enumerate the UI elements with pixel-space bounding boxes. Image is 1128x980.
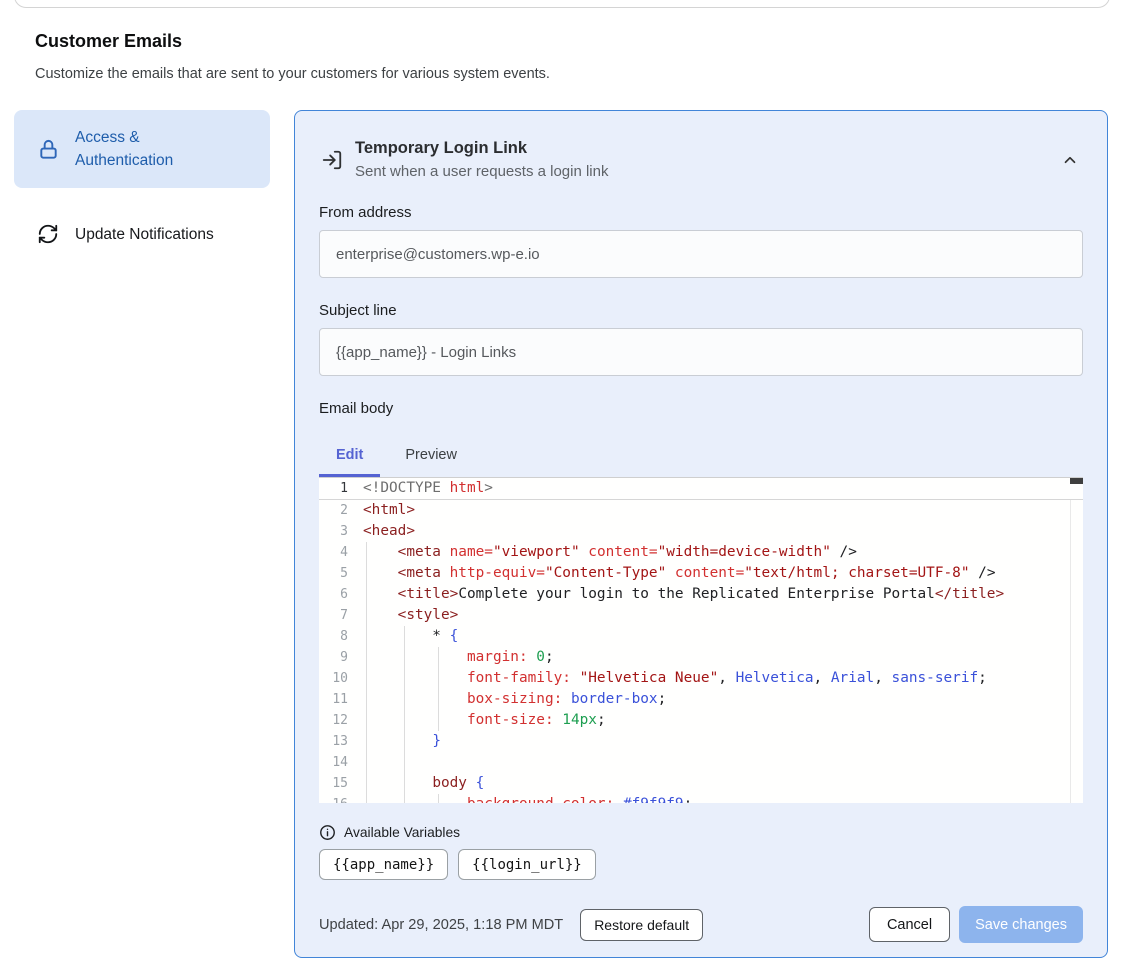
- updated-timestamp: Updated: Apr 29, 2025, 1:18 PM MDT: [319, 917, 563, 933]
- code-line[interactable]: 13 }: [319, 731, 1083, 752]
- email-body-tabs: Edit Preview: [319, 437, 1083, 477]
- line-number: 5: [319, 563, 363, 584]
- code-line[interactable]: 10 font-family: "Helvetica Neue", Helvet…: [319, 668, 1083, 689]
- customer-emails-page: Customer Emails Customize the emails tha…: [0, 0, 1128, 980]
- tab-edit[interactable]: Edit: [319, 437, 380, 477]
- line-number: 15: [319, 773, 363, 794]
- lock-icon: [36, 137, 60, 161]
- code-line[interactable]: 9 margin: 0;: [319, 647, 1083, 668]
- code-editor[interactable]: 1<!DOCTYPE html>2<html>3<head>4 <meta na…: [319, 477, 1083, 803]
- cancel-button[interactable]: Cancel: [869, 907, 950, 942]
- variable-chip-login-url[interactable]: {{login_url}}: [458, 849, 596, 880]
- variable-chip-app-name[interactable]: {{app_name}}: [319, 849, 448, 880]
- editor-scrollbar-track[interactable]: [1070, 500, 1083, 803]
- from-address-label: From address: [319, 204, 1083, 221]
- line-number: 6: [319, 584, 363, 605]
- available-variables-label: Available Variables: [344, 825, 460, 840]
- refresh-icon: [36, 222, 60, 246]
- restore-default-button[interactable]: Restore default: [580, 909, 703, 941]
- line-number: 12: [319, 710, 363, 731]
- line-number: 3: [319, 521, 363, 542]
- code-line[interactable]: 12 font-size: 14px;: [319, 710, 1083, 731]
- editor-scrollbar-thumb[interactable]: [1070, 478, 1083, 484]
- code-line[interactable]: 8 * {: [319, 626, 1083, 647]
- tab-preview[interactable]: Preview: [388, 437, 474, 477]
- indent-guide: [438, 647, 439, 731]
- from-address-input[interactable]: [319, 230, 1083, 278]
- code-line[interactable]: 4 <meta name="viewport" content="width=d…: [319, 542, 1083, 563]
- sidebar-item-access-authentication[interactable]: Access & Authentication: [14, 110, 270, 188]
- code-line[interactable]: 16 background-color: #f9f9f9;: [319, 794, 1083, 803]
- collapse-button[interactable]: [1057, 147, 1083, 173]
- line-number: 1: [319, 478, 363, 499]
- code-line[interactable]: 15 body {: [319, 773, 1083, 794]
- line-number: 10: [319, 668, 363, 689]
- log-in-icon: [321, 149, 343, 171]
- subject-line-input[interactable]: [319, 328, 1083, 376]
- code-line[interactable]: 14: [319, 752, 1083, 773]
- code-line[interactable]: 5 <meta http-equiv="Content-Type" conten…: [319, 563, 1083, 584]
- indent-guide: [404, 626, 405, 803]
- line-number: 14: [319, 752, 363, 773]
- sidebar-item-update-notifications[interactable]: Update Notifications: [14, 212, 270, 256]
- line-number: 7: [319, 605, 363, 626]
- variable-chips: {{app_name}} {{login_url}}: [319, 849, 1083, 880]
- available-variables-row: Available Variables: [319, 824, 1083, 841]
- indent-guide: [366, 542, 367, 803]
- code-line[interactable]: 11 box-sizing: border-box;: [319, 689, 1083, 710]
- email-body-label: Email body: [319, 400, 1083, 417]
- line-number: 13: [319, 731, 363, 752]
- code-line[interactable]: 7 <style>: [319, 605, 1083, 626]
- line-number: 11: [319, 689, 363, 710]
- line-number: 2: [319, 500, 363, 521]
- card-footer: Updated: Apr 29, 2025, 1:18 PM MDT Resto…: [319, 906, 1083, 943]
- sidebar-item-label: Update Notifications: [75, 223, 235, 246]
- line-number: 8: [319, 626, 363, 647]
- previous-card-bottom-edge: [14, 0, 1110, 8]
- card-subtitle: Sent when a user requests a login link: [355, 163, 1057, 180]
- card-title: Temporary Login Link: [355, 137, 1057, 158]
- line-number: 4: [319, 542, 363, 563]
- info-icon: [319, 824, 336, 841]
- subject-line-label: Subject line: [319, 302, 1083, 319]
- code-line[interactable]: 3<head>: [319, 521, 1083, 542]
- chevron-up-icon: [1061, 151, 1079, 169]
- save-changes-button[interactable]: Save changes: [959, 906, 1083, 943]
- temporary-login-link-card: Temporary Login Link Sent when a user re…: [294, 110, 1108, 958]
- page-title: Customer Emails: [35, 31, 182, 52]
- line-number: 9: [319, 647, 363, 668]
- sidebar-item-label: Access & Authentication: [75, 126, 235, 172]
- card-header: Temporary Login Link Sent when a user re…: [319, 137, 1083, 180]
- code-line[interactable]: 1<!DOCTYPE html>: [319, 478, 1083, 500]
- indent-guide: [438, 794, 439, 803]
- code-line[interactable]: 2<html>: [319, 500, 1083, 521]
- code-editor-lines: 1<!DOCTYPE html>2<html>3<head>4 <meta na…: [319, 478, 1083, 803]
- line-number: 16: [319, 794, 363, 803]
- email-types-sidebar: Access & Authentication Update Notificat…: [14, 110, 270, 256]
- code-line[interactable]: 6 <title>Complete your login to the Repl…: [319, 584, 1083, 605]
- page-subtitle: Customize the emails that are sent to yo…: [35, 66, 550, 82]
